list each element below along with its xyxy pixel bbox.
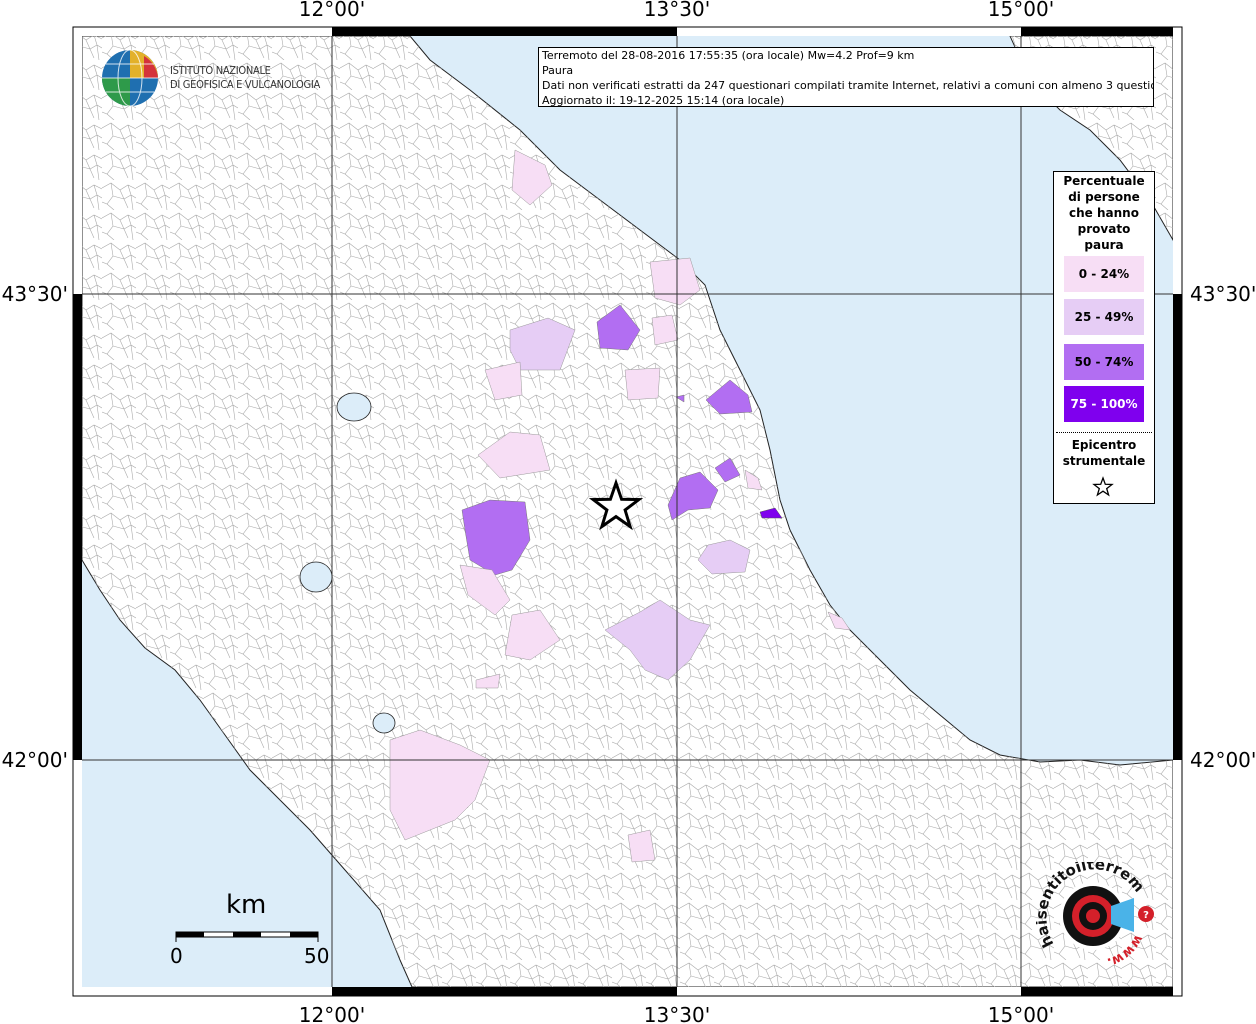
scale-bar: km 0 50 [170, 890, 340, 970]
lake-bolsena [299, 561, 333, 593]
legend-title-line: Percentuale [1063, 174, 1145, 188]
data-note: Dati non verificati estratti da 247 ques… [542, 79, 1154, 92]
scale-max-label: 50 [304, 944, 330, 968]
lat-label-left-1: 43°30' [2, 282, 68, 306]
legend-epicenter-line: strumentale [1062, 454, 1146, 468]
ingv-globe-icon [102, 49, 158, 107]
lat-label-left-2: 42°00' [2, 748, 68, 772]
lon-label-bottom-2: 13°30' [644, 1003, 710, 1024]
institute-name: ISTITUTO NAZIONALE DI GEOFISICA E VULCAN… [170, 64, 320, 92]
legend-epicenter-line: Epicentro [1071, 438, 1137, 452]
scale-min-label: 0 [170, 944, 183, 968]
lon-label-bottom-1: 12°00' [299, 1003, 365, 1024]
institute-name-line2: DI GEOFISICA E VULCANOLOGIA [170, 78, 320, 91]
legend-class-0-24: 0 - 24% [1064, 256, 1144, 292]
lon-label-top-2: 13°30' [644, 0, 710, 21]
legend-title-line: di persone [1068, 190, 1140, 204]
legend-class-75-100: 75 - 100% [1064, 386, 1144, 422]
legend-title-line: paura [1084, 238, 1124, 252]
lat-label-right-2: 42°00' [1190, 748, 1256, 772]
legend-title: Percentuale di persone che hanno provato… [1054, 173, 1154, 253]
event-description: Terremoto del 28-08-2016 17:55:35 (ora l… [542, 49, 915, 62]
legend-class-50-74: 50 - 74% [1064, 344, 1144, 380]
map-parameter: Paura [542, 64, 574, 77]
legend: Percentuale di persone che hanno provato… [1053, 171, 1155, 504]
legend-title-line: che hanno [1069, 206, 1139, 220]
legend-title-line: provato [1077, 222, 1131, 236]
legend-class-25-49: 25 - 49% [1064, 299, 1144, 335]
lake-trasimeno [336, 392, 372, 422]
lon-label-top-1: 12°00' [299, 0, 365, 21]
scale-unit: km [226, 890, 267, 920]
lat-label-right-1: 43°30' [1190, 282, 1256, 306]
lake-bracciano [372, 712, 396, 734]
institute-name-line1: ISTITUTO NAZIONALE [170, 64, 271, 77]
lon-label-bottom-3: 15°00' [988, 1003, 1054, 1024]
legend-separator [1056, 432, 1152, 433]
update-timestamp: Aggiornato il: 19-12-2025 15:14 (ora loc… [542, 94, 785, 107]
legend-epicenter-star-icon [1092, 476, 1114, 497]
legend-epicenter-label: Epicentro strumentale [1054, 437, 1154, 469]
svg-text:?: ? [1143, 910, 1149, 921]
hst-logo-icon: ? haisentitoilterremoto.it www. [1036, 862, 1154, 970]
lon-label-top-3: 15°00' [988, 0, 1054, 21]
event-info-box: Terremoto del 28-08-2016 17:55:35 (ora l… [538, 47, 1154, 107]
